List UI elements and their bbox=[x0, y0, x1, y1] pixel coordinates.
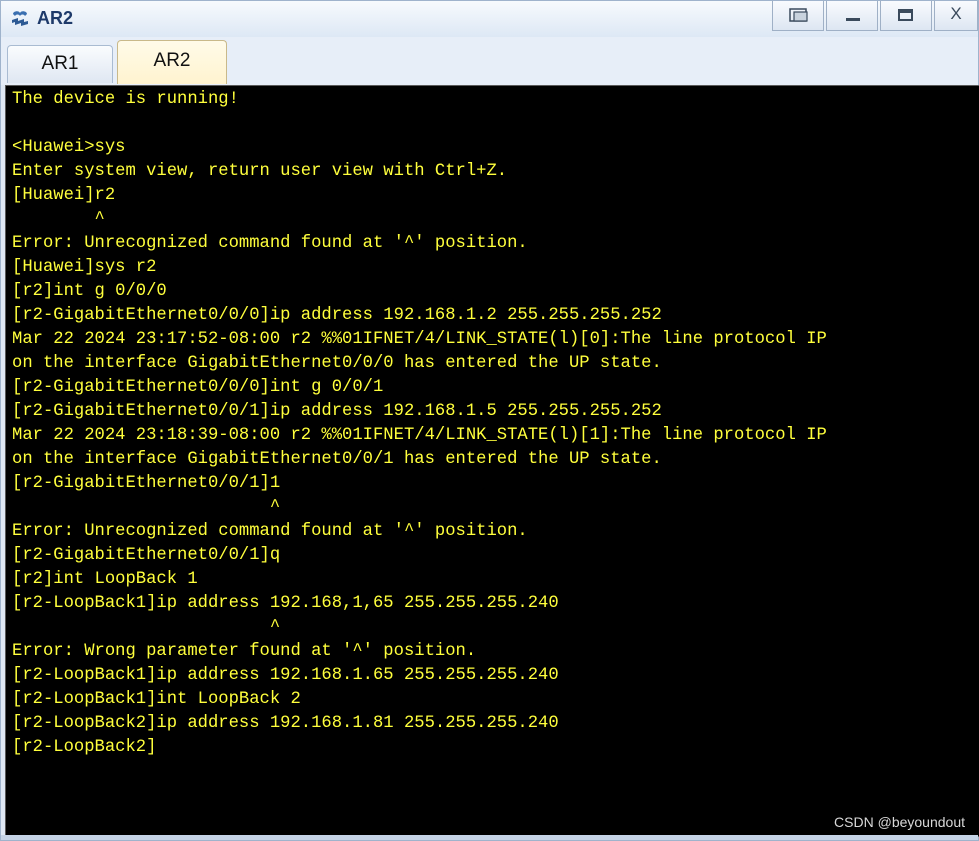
terminal-line: Mar 22 2024 23:18:39-08:00 r2 %%01IFNET/… bbox=[12, 426, 827, 445]
maximize-button[interactable] bbox=[880, 1, 932, 31]
terminal-line: [r2]int LoopBack 1 bbox=[12, 570, 198, 589]
tab-bar: AR1 AR2 bbox=[1, 37, 978, 85]
terminal-line: Error: Wrong parameter found at '^' posi… bbox=[12, 642, 477, 661]
terminal-window: AR2 X AR1 AR2 The device is running! <Hu… bbox=[0, 0, 979, 841]
terminal-line: on the interface GigabitEthernet0/0/0 ha… bbox=[12, 354, 662, 373]
window-bottom-border bbox=[1, 835, 978, 840]
terminal-line: [r2-LoopBack2]ip address 192.168.1.81 25… bbox=[12, 714, 559, 733]
router-app-icon bbox=[12, 11, 28, 26]
terminal-line: [r2-LoopBack1]ip address 192.168,1,65 25… bbox=[12, 594, 559, 613]
terminal-line: Mar 22 2024 23:17:52-08:00 r2 %%01IFNET/… bbox=[12, 330, 827, 349]
terminal-line: [r2-LoopBack1]ip address 192.168.1.65 25… bbox=[12, 666, 559, 685]
watermark: CSDN @beyoundout bbox=[834, 814, 965, 830]
terminal-line: ^ bbox=[12, 618, 281, 637]
terminal-line: [r2-GigabitEthernet0/0/1]1 bbox=[12, 474, 281, 493]
minimize-button[interactable] bbox=[826, 1, 878, 31]
terminal-line: Error: Unrecognized command found at '^'… bbox=[12, 234, 528, 253]
terminal-line: The device is running! bbox=[12, 90, 239, 109]
terminal-line: Error: Unrecognized command found at '^'… bbox=[12, 522, 528, 541]
terminal-line: on the interface GigabitEthernet0/0/1 ha… bbox=[12, 450, 662, 469]
close-button[interactable]: X bbox=[934, 1, 978, 31]
terminal-line: [r2-GigabitEthernet0/0/0]int g 0/0/1 bbox=[12, 378, 384, 397]
terminal-line: [r2]int g 0/0/0 bbox=[12, 282, 167, 301]
terminal-line: <Huawei>sys bbox=[12, 138, 126, 157]
terminal-line: [r2-GigabitEthernet0/0/0]ip address 192.… bbox=[12, 306, 662, 325]
terminal-console[interactable]: The device is running! <Huawei>sys Enter… bbox=[5, 85, 979, 837]
close-icon: X bbox=[950, 4, 962, 23]
terminal-line: [Huawei]sys r2 bbox=[12, 258, 157, 277]
terminal-line: [r2-LoopBack1]int LoopBack 2 bbox=[12, 690, 301, 709]
maximize-icon bbox=[898, 9, 913, 21]
terminal-line: [Huawei]r2 bbox=[12, 186, 116, 205]
tab-ar1[interactable]: AR1 bbox=[7, 45, 113, 83]
restore-button[interactable] bbox=[772, 1, 824, 31]
terminal-prompt-line: [r2-LoopBack2] bbox=[12, 738, 157, 757]
terminal-line: [r2-GigabitEthernet0/0/1]q bbox=[12, 546, 281, 565]
tab-ar2[interactable]: AR2 bbox=[117, 40, 227, 84]
restore-icon bbox=[789, 8, 808, 22]
window-controls: X bbox=[772, 1, 978, 33]
minimize-icon bbox=[846, 18, 860, 21]
terminal-line: Enter system view, return user view with… bbox=[12, 162, 508, 181]
terminal-line: [r2-GigabitEthernet0/0/1]ip address 192.… bbox=[12, 402, 662, 421]
terminal-line: ^ bbox=[12, 498, 281, 517]
window-title: AR2 bbox=[37, 8, 74, 28]
title-bar[interactable]: AR2 X bbox=[1, 1, 978, 38]
terminal-line: ^ bbox=[12, 210, 105, 229]
